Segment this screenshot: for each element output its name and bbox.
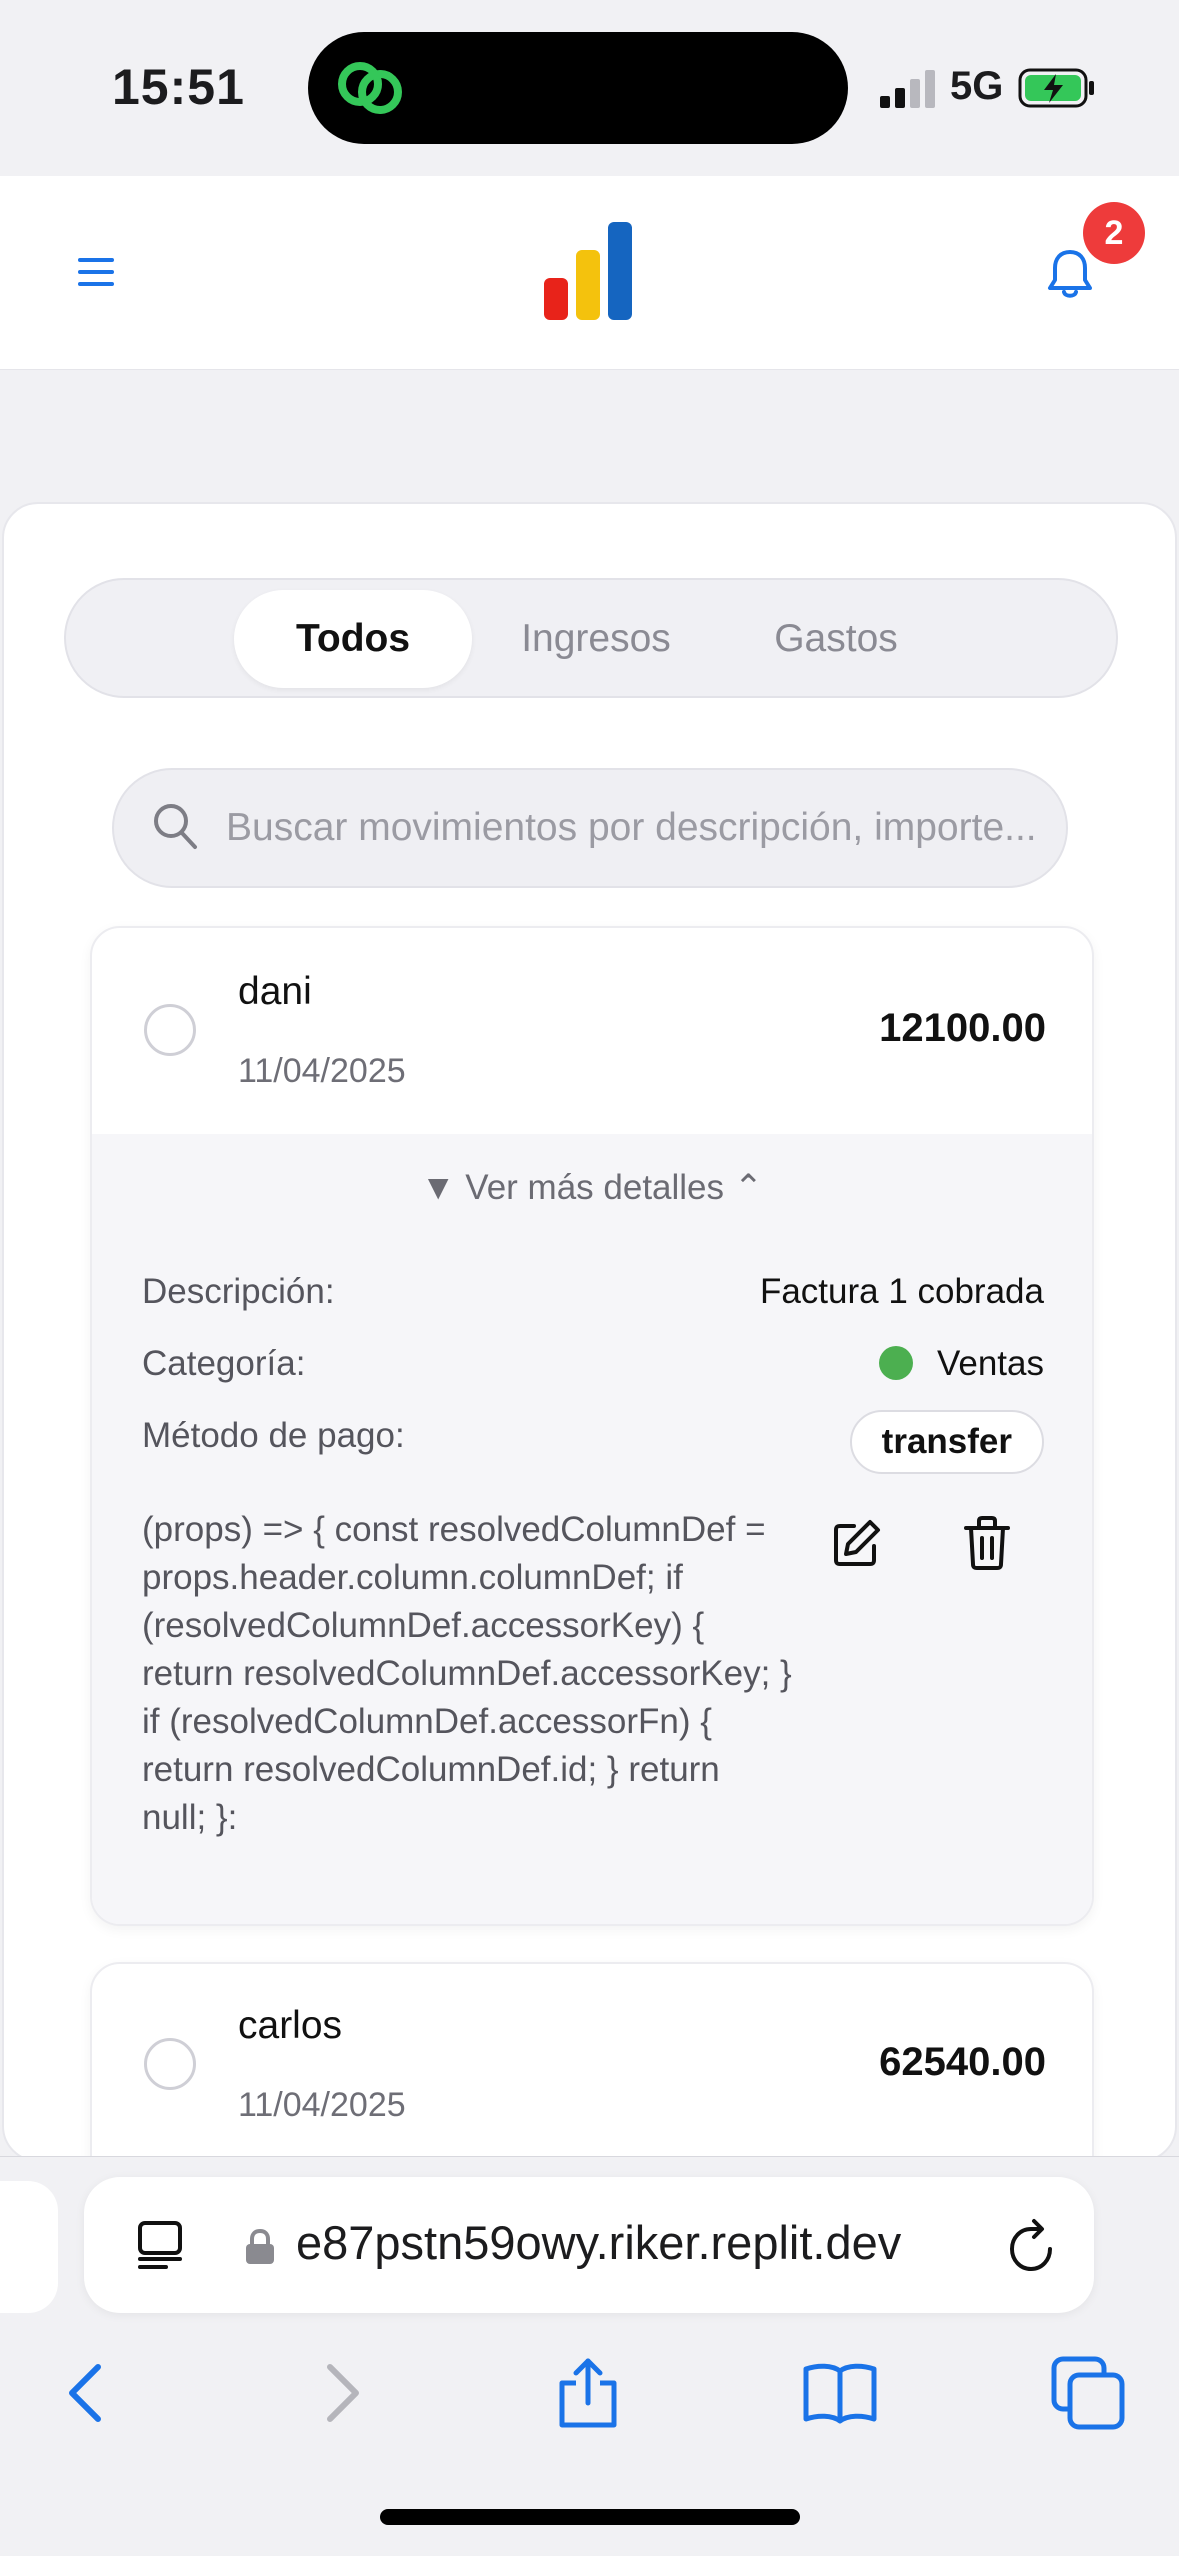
back-icon[interactable] bbox=[46, 2353, 126, 2433]
trash-icon[interactable] bbox=[964, 1516, 1010, 1570]
category-value: Ventas bbox=[878, 1344, 1044, 1384]
page-menu-icon[interactable] bbox=[136, 2219, 184, 2269]
movements-card: Todos Ingresos Gastos dani 11/04/2025 12… bbox=[2, 502, 1177, 2162]
home-indicator[interactable] bbox=[380, 2509, 800, 2525]
bar-chart-logo[interactable] bbox=[542, 222, 634, 322]
payment-method-label: Método de pago: bbox=[142, 1416, 405, 1455]
search-bar bbox=[112, 768, 1068, 888]
movement-amount: 12100.00 bbox=[879, 1006, 1046, 1050]
category-color-dot bbox=[878, 1345, 913, 1380]
category-text: Ventas bbox=[936, 1344, 1044, 1383]
tab-todos[interactable]: Todos bbox=[234, 590, 472, 688]
tab-gastos[interactable]: Gastos bbox=[718, 590, 954, 688]
search-icon bbox=[154, 804, 197, 849]
previous-tab-preview[interactable] bbox=[0, 2181, 58, 2313]
movement-item[interactable]: carlos 11/04/2025 62540.00 bbox=[90, 1962, 1094, 2160]
search-input[interactable] bbox=[226, 770, 1056, 886]
movement-name: dani bbox=[238, 970, 312, 1013]
notification-badge[interactable]: 2 bbox=[1083, 202, 1145, 264]
movement-item[interactable]: dani 11/04/2025 12100.00 ▼ Ver más detal… bbox=[90, 926, 1094, 1926]
battery-charging-icon bbox=[1018, 68, 1094, 108]
lock-icon bbox=[246, 2229, 274, 2264]
link-activity-icon bbox=[338, 62, 402, 114]
description-value: Factura 1 cobrada bbox=[759, 1272, 1044, 1311]
select-radio[interactable] bbox=[144, 1004, 196, 1056]
status-time: 15:51 bbox=[112, 59, 245, 115]
tabs-icon[interactable] bbox=[1048, 2353, 1128, 2433]
select-radio[interactable] bbox=[144, 2038, 196, 2090]
share-icon[interactable] bbox=[548, 2353, 628, 2433]
movement-name: carlos bbox=[238, 2004, 343, 2047]
forward-icon[interactable] bbox=[302, 2353, 382, 2433]
payment-method-chip: transfer bbox=[849, 1410, 1044, 1474]
type-filter-tabs: Todos Ingresos Gastos bbox=[64, 578, 1118, 698]
movement-details: ▼ Ver más detalles ⌃ Descripción: Factur… bbox=[92, 1134, 1092, 1924]
status-bar: 15:51 5G bbox=[0, 0, 1179, 176]
dynamic-island bbox=[308, 32, 848, 144]
details-toggle[interactable]: ▼ Ver más detalles ⌃ bbox=[92, 1160, 1092, 1216]
signal-icon bbox=[880, 70, 935, 108]
browser-toolbar: e87pstn59owy.riker.replit.dev bbox=[0, 2156, 1179, 2556]
bookmarks-icon[interactable] bbox=[800, 2353, 880, 2433]
menu-icon[interactable] bbox=[76, 254, 116, 290]
reload-icon[interactable] bbox=[1004, 2217, 1060, 2275]
column-def-text: (props) => { const resolvedColumnDef = p… bbox=[142, 1510, 792, 1837]
url-text[interactable]: e87pstn59owy.riker.replit.dev bbox=[296, 2215, 1002, 2275]
movement-date: 11/04/2025 bbox=[238, 1052, 406, 1090]
app-header: 2 bbox=[0, 176, 1179, 370]
movement-date: 11/04/2025 bbox=[238, 2086, 406, 2124]
network-label: 5G bbox=[950, 64, 1004, 108]
movement-amount: 62540.00 bbox=[879, 2040, 1046, 2084]
address-bar[interactable]: e87pstn59owy.riker.replit.dev bbox=[84, 2177, 1094, 2313]
edit-icon[interactable] bbox=[832, 1518, 882, 1568]
bell-icon[interactable] bbox=[1046, 248, 1094, 300]
category-label: Categoría: bbox=[142, 1344, 306, 1383]
description-label: Descripción: bbox=[142, 1272, 335, 1311]
tab-ingresos[interactable]: Ingresos bbox=[478, 590, 714, 688]
